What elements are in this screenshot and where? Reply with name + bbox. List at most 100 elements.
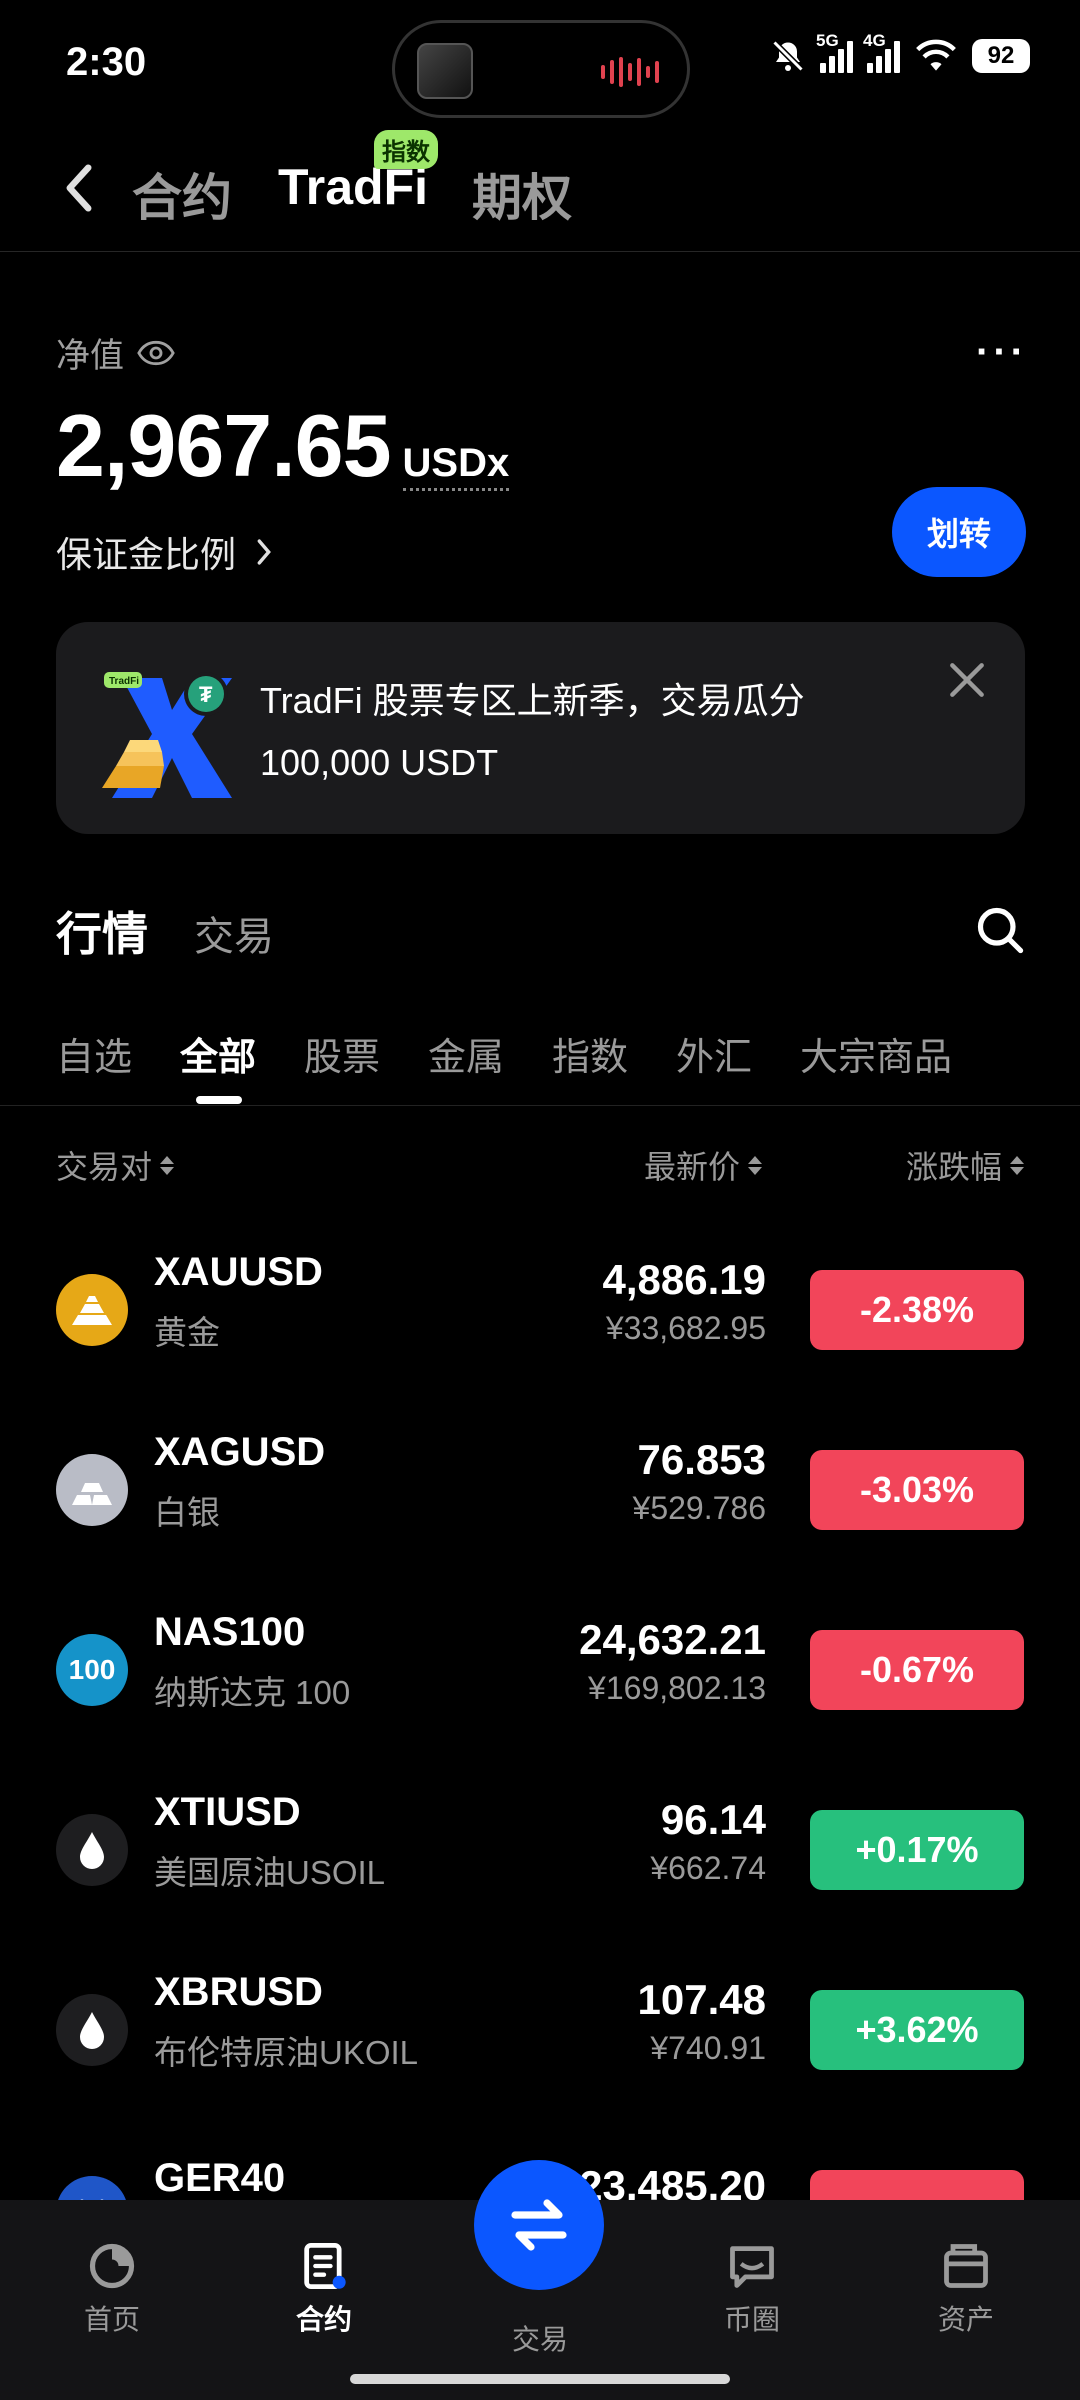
media-thumbnail <box>417 43 473 99</box>
nav-home-label: 首页 <box>83 2304 140 2335</box>
nav-community-label: 币圈 <box>723 2304 780 2335</box>
equity-label-row: 净值 <box>56 328 176 377</box>
signal-5g-icon: 5G <box>816 31 853 73</box>
margin-ratio-link[interactable]: 保证金比例 <box>56 526 272 578</box>
row-change-badge[interactable]: -3.03% <box>810 1450 1024 1530</box>
category-watchlist[interactable]: 自选 <box>56 1026 132 1081</box>
dynamic-island[interactable] <box>392 20 690 118</box>
row-name: 黄金 <box>154 1314 220 1351</box>
row-price: 4,886.19 <box>602 1256 767 1303</box>
status-bar: 2:30 5G 4G 92 <box>0 0 1080 130</box>
category-stocks[interactable]: 股票 <box>304 1026 380 1081</box>
row-price: 96.14 <box>660 1796 766 1843</box>
row-name: 布伦特原油UKOIL <box>154 2034 419 2071</box>
category-all[interactable]: 全部 <box>180 1026 256 1081</box>
tab-options[interactable]: 期权 <box>472 158 572 230</box>
trade-fab-button[interactable] <box>474 2160 604 2290</box>
row-symbol: XAGUSD <box>154 1430 326 1474</box>
row-name: 白银 <box>154 1494 220 1531</box>
category-tabs: 自选 全部 股票 金属 指数 外汇 大宗商品 <box>0 1018 1080 1106</box>
row-name: 纳斯达克 100 <box>154 1674 351 1711</box>
row-cny-price: ¥33,682.95 <box>605 1310 766 1346</box>
row-cny-price: ¥169,802.13 <box>588 1670 766 1706</box>
equity-label: 净值 <box>56 337 124 375</box>
status-icons: 5G 4G 92 <box>770 31 1030 74</box>
tab-market[interactable]: 行情 <box>56 898 148 964</box>
margin-ratio-label: 保证金比例 <box>56 534 237 575</box>
market-row-xauusd[interactable]: XAUUSD 黄金 4,886.19 ¥33,682.95 -2.38% <box>0 1220 1080 1400</box>
close-icon[interactable] <box>945 658 989 702</box>
promo-banner[interactable]: TradFi ₮ TradFi 股票专区上新季，交易瓜分 100,000 USD… <box>56 622 1025 834</box>
promo-text: TradFi 股票专区上新季，交易瓜分 100,000 USDT <box>260 670 805 794</box>
signal-4g-icon: 4G <box>863 31 900 73</box>
gold-bars-icon <box>56 1274 128 1346</box>
row-symbol: GER40 <box>154 2156 286 2200</box>
sort-icon <box>1010 1155 1024 1175</box>
nav-contracts[interactable]: 合约 <box>264 2240 384 2338</box>
sort-price-header[interactable]: 最新价 <box>644 1142 762 1188</box>
price-header-label: 最新价 <box>643 1149 740 1185</box>
row-change-badge[interactable]: -2.38% <box>810 1270 1024 1350</box>
row-symbol: NAS100 <box>154 1610 306 1654</box>
chevron-left-icon <box>66 164 92 212</box>
tab-contracts[interactable]: 合约 <box>132 158 232 230</box>
wifi-icon <box>916 39 956 71</box>
nas100-icon: 100 <box>56 1634 128 1706</box>
category-commodities[interactable]: 大宗商品 <box>800 1026 952 1081</box>
row-symbol: XBRUSD <box>154 1970 323 2014</box>
change-header-label: 涨跌幅 <box>905 1149 1002 1185</box>
home-icon <box>89 2243 135 2289</box>
tab-trade[interactable]: 交易 <box>194 904 274 962</box>
category-metals[interactable]: 金属 <box>428 1026 504 1081</box>
sort-pair-header[interactable]: 交易对 <box>56 1142 175 1188</box>
nav-assets[interactable]: 资产 <box>906 2240 1026 2338</box>
eye-icon[interactable] <box>136 339 176 367</box>
promo-line-2: 100,000 USDT <box>260 742 499 783</box>
market-row-xagusd[interactable]: XAGUSD 白银 76.853 ¥529.786 -3.03% <box>0 1400 1080 1580</box>
svg-text:₮: ₮ <box>199 682 213 707</box>
mute-bell-icon <box>772 40 804 72</box>
silver-bars-icon <box>56 1454 128 1526</box>
row-change-badge[interactable]: +0.17% <box>810 1810 1024 1890</box>
active-category-indicator <box>196 1096 242 1104</box>
nav-trade-label: 交易 <box>511 2324 568 2355</box>
swap-arrows-icon <box>511 2199 567 2251</box>
tradfi-promo-art-icon: TradFi ₮ <box>102 672 232 798</box>
equity-unit[interactable]: USDx <box>402 441 510 491</box>
market-row-xtiusd[interactable]: XTIUSD 美国原油USOIL 96.14 ¥662.74 +0.17% <box>0 1760 1080 1940</box>
row-cny-price: ¥529.786 <box>632 1490 766 1526</box>
nav-community[interactable]: 币圈 <box>692 2240 812 2338</box>
svg-text:TradFi: TradFi <box>109 676 139 687</box>
row-change-badge[interactable]: -0.67% <box>810 1630 1024 1710</box>
row-cny-price: ¥740.91 <box>650 2030 766 2066</box>
chat-square-icon <box>730 2246 774 2288</box>
search-icon[interactable] <box>974 904 1026 956</box>
back-button[interactable] <box>54 158 104 218</box>
sort-change-header[interactable]: 涨跌幅 <box>906 1142 1024 1188</box>
category-forex[interactable]: 外汇 <box>676 1026 752 1081</box>
market-tabs: 行情 交易 <box>56 898 274 964</box>
row-name: 美国原油USOIL <box>154 1854 386 1891</box>
category-indices[interactable]: 指数 <box>552 1026 628 1081</box>
home-indicator[interactable] <box>350 2374 730 2384</box>
more-menu-button[interactable]: ··· <box>976 330 1028 375</box>
wallet-icon <box>944 2244 988 2288</box>
promo-line-1: TradFi 股票专区上新季，交易瓜分 <box>260 680 805 721</box>
row-change-badge[interactable]: +3.62% <box>810 1990 1024 2070</box>
row-price: 107.48 <box>637 1976 766 2023</box>
sort-icon <box>160 1155 175 1175</box>
market-row-xbrusd[interactable]: XBRUSD 布伦特原油UKOIL 107.48 ¥740.91 +3.62% <box>0 1940 1080 2120</box>
market-row-nas100[interactable]: 100 NAS100 纳斯达克 100 24,632.21 ¥169,802.1… <box>0 1580 1080 1760</box>
transfer-button[interactable]: 划转 <box>892 487 1026 577</box>
oil-drop-icon <box>56 1994 128 2066</box>
status-time: 2:30 <box>66 40 147 84</box>
nav-trade[interactable]: 交易 <box>480 2318 600 2358</box>
tab-tradfi-badge: 指数 <box>374 130 438 169</box>
row-cny-price: ¥662.74 <box>650 1850 766 1886</box>
chevron-right-icon <box>257 539 271 565</box>
nav-home[interactable]: 首页 <box>52 2240 172 2338</box>
audio-wave-icon <box>601 55 659 89</box>
nav-contracts-label: 合约 <box>295 2304 352 2335</box>
header-tabs: 合约 TradFi 指数 期权 <box>0 130 1080 252</box>
equity-value: 2,967.65 <box>56 396 392 495</box>
